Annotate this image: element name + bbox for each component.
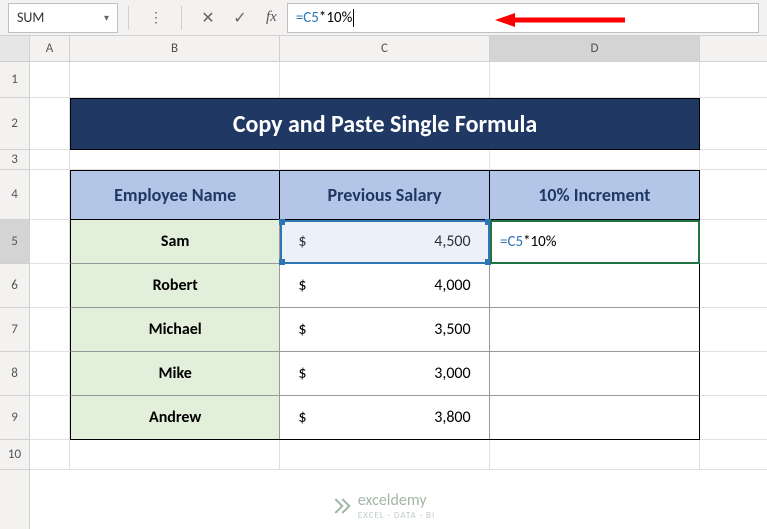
active-cell-d5[interactable]: =C5*10%: [490, 220, 700, 264]
cell-salary[interactable]: $4,000: [280, 264, 489, 307]
currency-symbol: $: [290, 408, 306, 427]
table-header-row: Employee Name Previous Salary 10% Increm…: [70, 170, 700, 220]
currency-symbol: $: [290, 276, 306, 295]
logo-icon: [332, 496, 352, 516]
cell-salary[interactable]: $4,500: [280, 220, 489, 263]
callout-arrow: [495, 12, 625, 28]
column-header[interactable]: D: [490, 36, 700, 61]
enter-icon[interactable]: ✓: [224, 3, 256, 33]
cell-increment[interactable]: [490, 396, 699, 439]
cell-salary[interactable]: $3,500: [280, 308, 489, 351]
column-headers: A B C D: [30, 36, 767, 62]
watermark-sub: EXCEL · DATA · BI: [358, 510, 435, 521]
worksheet: 1 2 3 4 5 6 7 8 9 10 A B C D Copy: [0, 36, 767, 529]
cell-increment[interactable]: [490, 352, 699, 395]
grid: A B C D Copy and Paste Single Formula Em…: [30, 36, 767, 529]
salary-value: 3,500: [434, 320, 478, 339]
salary-value: 4,000: [434, 276, 478, 295]
row-header[interactable]: 5: [0, 220, 29, 264]
cell-increment[interactable]: [490, 264, 699, 307]
page-title: Copy and Paste Single Formula: [70, 98, 700, 150]
row-header[interactable]: 10: [0, 440, 29, 470]
table-row: Andrew $3,800: [70, 396, 700, 440]
cell-name[interactable]: Mike: [71, 352, 280, 395]
cells[interactable]: Copy and Paste Single Formula Employee N…: [30, 62, 767, 470]
divider: [181, 6, 182, 30]
name-box[interactable]: SUM ▾: [8, 3, 118, 33]
watermark: exceldemy EXCEL · DATA · BI: [332, 491, 435, 521]
name-box-value: SUM: [17, 9, 44, 26]
formula-rest: *10%: [319, 9, 352, 27]
currency-symbol: $: [290, 232, 306, 251]
divider: [128, 6, 129, 30]
table-row: Robert $4,000: [70, 264, 700, 308]
column-header[interactable]: A: [30, 36, 70, 61]
row-header[interactable]: 4: [0, 170, 29, 220]
cell-salary[interactable]: $3,000: [280, 352, 489, 395]
formula-ref-part: =C5: [500, 233, 523, 251]
salary-value: 3,000: [434, 364, 478, 383]
cell-name[interactable]: Michael: [71, 308, 280, 351]
cell-name[interactable]: Sam: [71, 220, 280, 263]
cell-increment[interactable]: [490, 308, 699, 351]
column-header[interactable]: B: [70, 36, 280, 61]
cancel-icon[interactable]: ✕: [192, 3, 224, 33]
column-header-increment: 10% Increment: [490, 171, 699, 219]
formula-ref: =C5: [296, 9, 319, 27]
row-header[interactable]: 9: [0, 396, 29, 440]
cell-name[interactable]: Robert: [71, 264, 280, 307]
column-header[interactable]: C: [280, 36, 490, 61]
column-header-name: Employee Name: [71, 171, 280, 219]
currency-symbol: $: [290, 364, 306, 383]
table-row: Michael $3,500: [70, 308, 700, 352]
column-header-salary: Previous Salary: [280, 171, 489, 219]
cell-salary[interactable]: $3,800: [280, 396, 489, 439]
watermark-name: exceldemy: [358, 491, 435, 510]
row-header[interactable]: 3: [0, 150, 29, 170]
fx-icon[interactable]: fx: [266, 9, 277, 26]
select-all-corner[interactable]: [0, 36, 29, 62]
formula-rest-part: *10%: [523, 233, 556, 251]
row-header[interactable]: 8: [0, 352, 29, 396]
formula-bar: SUM ▾ ⋮ ✕ ✓ fx =C5*10%: [0, 0, 767, 36]
row-header[interactable]: 6: [0, 264, 29, 308]
table-row: Mike $3,000: [70, 352, 700, 396]
currency-symbol: $: [290, 320, 306, 339]
row-header[interactable]: 1: [0, 62, 29, 98]
data-table: Employee Name Previous Salary 10% Increm…: [70, 170, 700, 440]
salary-value: 4,500: [434, 232, 478, 251]
row-headers: 1 2 3 4 5 6 7 8 9 10: [0, 36, 30, 529]
salary-value: 3,800: [434, 408, 478, 427]
chevron-down-icon[interactable]: ▾: [104, 11, 109, 24]
cell-name[interactable]: Andrew: [71, 396, 280, 439]
more-icon[interactable]: ⋮: [139, 3, 171, 33]
text-cursor: [353, 9, 354, 27]
row-header[interactable]: 2: [0, 98, 29, 150]
row-header[interactable]: 7: [0, 308, 29, 352]
